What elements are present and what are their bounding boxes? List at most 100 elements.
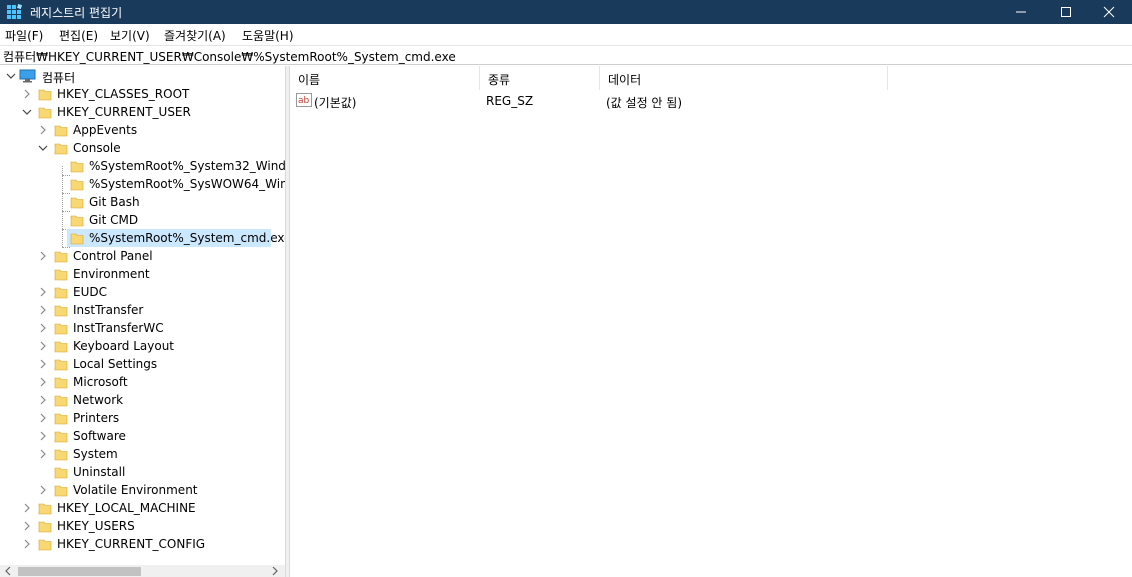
chevron-right-icon[interactable] [38,358,48,370]
folder-icon [54,431,68,443]
string-value-icon: ab [296,93,312,107]
computer-icon [19,69,36,83]
folder-icon [70,233,84,245]
chevron-right-icon[interactable] [22,520,32,532]
tree-node[interactable]: Console [0,139,285,157]
tree-node[interactable]: Uninstall [0,463,285,481]
tree-node[interactable]: AppEvents [0,121,285,139]
close-icon [1103,6,1115,18]
tree-label: %SystemRoot%_System32_WindowsPowerShell_… [89,159,285,173]
tree-node[interactable]: Software [0,427,285,445]
tree-node[interactable]: Git CMD [0,211,285,229]
folder-icon [70,197,84,209]
chevron-right-icon[interactable] [38,286,48,298]
folder-icon [38,107,52,119]
folder-icon [70,215,84,227]
folder-icon [54,395,68,407]
chevron-right-icon[interactable] [38,124,48,136]
address-path[interactable]: 컴퓨터₩HKEY_CURRENT_USER₩Console₩%SystemRoo… [3,48,456,65]
tree-node[interactable]: HKEY_CLASSES_ROOT [0,85,285,103]
scroll-left-icon[interactable] [4,566,12,576]
title-bar: 레지스트리 편집기 [0,0,1132,24]
list-row[interactable]: ab (기본값) REG_SZ (값 설정 안 됨) [290,66,888,116]
tree-label: HKEY_CLASSES_ROOT [57,87,190,101]
tree-node-computer[interactable]: 컴퓨터 [0,67,285,85]
scroll-right-icon[interactable] [271,566,279,576]
tree-label: 컴퓨터 [42,71,76,85]
tree-node[interactable]: Keyboard Layout [0,337,285,355]
tree-label: HKEY_CURRENT_CONFIG [57,537,206,551]
tree-node[interactable]: Printers [0,409,285,427]
chevron-right-icon[interactable] [22,502,32,514]
tree-label: Console [73,141,121,155]
tree-node[interactable]: HKEY_LOCAL_MACHINE [0,499,285,517]
menu-view[interactable]: 보기(V) [110,27,150,44]
folder-icon [54,269,68,281]
chevron-down-icon[interactable] [6,70,16,82]
minimize-button[interactable] [998,0,1044,24]
tree-label: Printers [73,411,120,425]
chevron-down-icon[interactable] [22,106,32,118]
tree-node[interactable]: %SystemRoot%_System32_WindowsPowerShell_… [0,157,285,175]
scrollbar-thumb[interactable] [18,567,141,576]
chevron-right-icon[interactable] [38,430,48,442]
tree-node[interactable]: HKEY_USERS [0,517,285,535]
tree-node[interactable]: Volatile Environment [0,481,285,499]
tree-node[interactable]: Control Panel [0,247,285,265]
tree-label: Microsoft [73,375,128,389]
tree-node[interactable]: System [0,445,285,463]
folder-icon [54,359,68,371]
tree-node[interactable]: Network [0,391,285,409]
maximize-button[interactable] [1043,0,1089,24]
tree-label: System [73,447,118,461]
tree-node[interactable]: Microsoft [0,373,285,391]
folder-icon [54,143,68,155]
folder-icon [54,449,68,461]
tree-node[interactable]: InstTransfer [0,301,285,319]
chevron-down-icon[interactable] [38,142,48,154]
window-title: 레지스트리 편집기 [30,6,123,20]
folder-icon [54,485,68,497]
chevron-right-icon[interactable] [38,340,48,352]
tree-node[interactable]: HKEY_CURRENT_USER [0,103,285,121]
tree-label: AppEvents [73,123,138,137]
folder-icon [38,539,52,551]
chevron-right-icon[interactable] [38,448,48,460]
tree-label: Git Bash [89,195,140,209]
tree-node[interactable]: EUDC [0,283,285,301]
tree-node[interactable]: Local Settings [0,355,285,373]
folder-icon [54,413,68,425]
menu-file[interactable]: 파일(F) [5,27,43,44]
values-list[interactable]: 이름 종류 데이터 ab (기본값) REG_SZ (값 설정 안 됨) [290,66,1132,577]
tree-pane[interactable]: 컴퓨터 HKEY_CLASSES_ROOT HKEY_CURRENT_USER … [0,66,285,577]
menu-favorites[interactable]: 즐겨찾기(A) [164,27,226,44]
chevron-right-icon[interactable] [38,304,48,316]
chevron-right-icon[interactable] [38,376,48,388]
tree-label: Keyboard Layout [73,339,175,353]
horizontal-scrollbar[interactable] [0,565,285,577]
tree-label: Control Panel [73,249,153,263]
chevron-right-icon[interactable] [22,538,32,550]
tree-node[interactable]: Git Bash [0,193,285,211]
chevron-right-icon[interactable] [38,394,48,406]
menu-help[interactable]: 도움말(H) [242,27,294,44]
folder-icon [70,179,84,191]
tree-node[interactable]: Environment [0,265,285,283]
maximize-icon [1061,7,1071,17]
tree-label: Uninstall [73,465,126,479]
tree-node-selected[interactable]: %SystemRoot%_System_cmd.exe [0,229,285,247]
chevron-right-icon[interactable] [38,412,48,424]
chevron-right-icon[interactable] [22,88,32,100]
chevron-right-icon[interactable] [38,250,48,262]
menu-edit[interactable]: 편집(E) [59,27,98,44]
chevron-right-icon[interactable] [38,484,48,496]
tree-node[interactable]: HKEY_CURRENT_CONFIG [0,535,285,553]
tree-node[interactable]: %SystemRoot%_SysWOW64_WindowsPowerShell_… [0,175,285,193]
tree-label: Environment [73,267,150,281]
chevron-right-icon[interactable] [38,322,48,334]
folder-icon [38,89,52,101]
close-button[interactable] [1086,0,1132,24]
tree-label: InstTransferWC [73,321,164,335]
address-bar[interactable]: 컴퓨터₩HKEY_CURRENT_USER₩Console₩%SystemRoo… [0,45,1132,65]
tree-node[interactable]: InstTransferWC [0,319,285,337]
